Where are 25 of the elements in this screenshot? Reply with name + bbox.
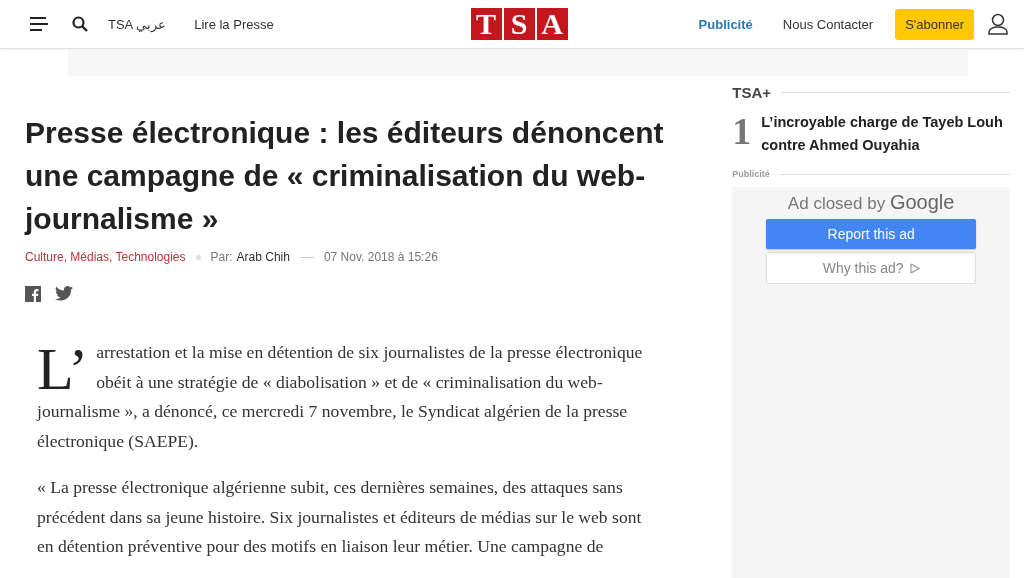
nav-link[interactable]: Nous Contacter xyxy=(782,16,874,32)
facebook-icon[interactable] xyxy=(25,286,41,302)
section-heading: TSA+ xyxy=(732,84,772,101)
rank-number: 1 xyxy=(732,111,752,154)
menu-icon[interactable] xyxy=(30,17,48,31)
search-icon[interactable] xyxy=(72,16,88,32)
nav-link[interactable]: Lire la Presse xyxy=(194,16,274,32)
author-label: Par: xyxy=(210,250,233,264)
twitter-icon[interactable] xyxy=(55,286,73,301)
logo[interactable]: T S A xyxy=(470,8,568,40)
article-title: Presse électronique : les éditeurs dénoncent une campagne de « criminalisation du web-journalisme » xyxy=(25,115,665,237)
category-link[interactable]: Culture, Médias, Technologies xyxy=(25,250,186,264)
article-paragraph: « La presse électronique algérienne subit, ces dernières semaines, des attaques sans précédent dans sa jeune histoire. Six journalistes et éditeurs de médias sur le web sont en détention préventive pour des motifs en liaison leur métier. Une campagne de xyxy=(37,476,643,558)
ad-label: Publicité xyxy=(732,169,770,179)
nav-link[interactable]: Publicité xyxy=(698,16,753,32)
nav-link[interactable]: TSA عربي xyxy=(108,16,167,32)
subscribe-button[interactable]: S'abonner xyxy=(895,8,974,40)
why-this-ad-button[interactable]: Why this ad? xyxy=(766,252,977,284)
ad-closed-text: Ad closed by Google xyxy=(787,191,955,214)
user-icon[interactable] xyxy=(988,13,1008,35)
report-ad-button[interactable]: Report this ad xyxy=(766,219,977,249)
article-date: 07 Nov. 2018 à 15:26 xyxy=(323,250,438,264)
article-link[interactable]: L’incroyable charge de Tayeb Louh contre Ahmed Ouyahia xyxy=(761,111,1010,157)
author-name[interactable]: Arab Chih xyxy=(236,250,290,264)
play-icon xyxy=(908,262,920,274)
